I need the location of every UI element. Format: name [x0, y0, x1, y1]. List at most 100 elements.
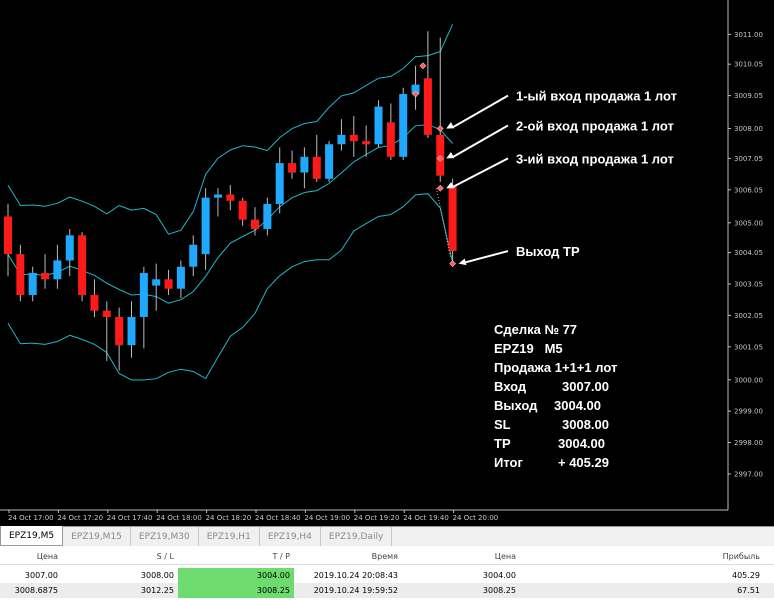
candle-body: [78, 235, 87, 295]
annotation-arrow: [464, 250, 509, 264]
deal-sl-row: SL 3008.00: [494, 415, 617, 434]
candle-body: [226, 194, 235, 201]
y-tick-label: 3004.05: [734, 249, 763, 257]
cell-time: 2019.10.24 19:59:52: [313, 586, 398, 595]
candle-body: [41, 273, 50, 280]
y-tick-label: 3010.05: [734, 61, 763, 69]
annotation-exit: Выход ТР: [516, 244, 580, 259]
annotation-arrowhead: [446, 122, 455, 129]
trade-marker: [449, 260, 457, 268]
cell-price: 3007.00: [24, 571, 58, 580]
middle-band-line: [7, 124, 453, 304]
annotation-entry2: 2-ой вход продажа 1 лот: [516, 118, 674, 133]
tab-epz19-h4[interactable]: EPZ19,H4: [260, 527, 321, 546]
candle-body: [300, 156, 309, 173]
deal-info-panel: Сделка № 77 EPZ19 M5 Продажа 1+1+1 лот В…: [494, 320, 617, 472]
price-chart[interactable]: 3012.553011.003010.053009.053008.003007.…: [0, 0, 774, 526]
y-tick-label: 3006.05: [734, 186, 763, 194]
candle-body: [16, 254, 25, 295]
annotation-arrowhead: [458, 258, 467, 266]
candle-body: [325, 144, 334, 179]
lower-band-line: [7, 193, 454, 381]
candle-body: [386, 122, 395, 157]
candle-body: [102, 310, 111, 317]
trade-marker: [436, 125, 444, 132]
candle-body: [189, 244, 198, 267]
y-tick-label: 3011.00: [734, 31, 763, 39]
table-row[interactable]: 3007.00 3008.00 3004.00 2019.10.24 20:08…: [0, 568, 774, 583]
deal-entry-row: Вход 3007.00: [494, 377, 617, 396]
cell-tp: 3008.25: [178, 583, 294, 598]
cell-price: 3008.6875: [14, 586, 58, 595]
exit-value: 3004.00: [554, 398, 601, 413]
y-tick-label: 3003.05: [734, 281, 763, 289]
x-tick-label: 24 Oct 19:20: [354, 514, 400, 522]
annotation-arrow: [451, 157, 509, 189]
col-price[interactable]: Цена: [0, 549, 62, 564]
candle-body: [176, 266, 185, 289]
x-tick-label: 24 Oct 18:20: [206, 514, 252, 522]
deal-exit-row: Выход 3004.00: [494, 396, 617, 415]
deal-direction: Продажа 1+1+1 лот: [494, 360, 618, 375]
candle-body: [349, 134, 358, 142]
x-tick-label: 24 Oct 18:00: [156, 514, 202, 522]
candle-body: [362, 141, 371, 145]
candle-body: [53, 260, 62, 280]
table-row[interactable]: 3008.6875 3012.25 3008.25 2019.10.24 19:…: [0, 583, 774, 598]
candle-body: [127, 316, 136, 346]
candle-body: [139, 273, 148, 317]
tab-epz19-m15[interactable]: EPZ19,M15: [63, 527, 131, 546]
tp-label: TP: [494, 436, 511, 451]
trade-history-table: Цена S / L T / P Время Цена Прибыль 3007…: [0, 546, 774, 600]
table-header: Цена S / L T / P Время Цена Прибыль: [0, 549, 774, 565]
x-tick-label: 24 Oct 17:40: [107, 514, 153, 522]
chart-canvas[interactable]: 3012.553011.003010.053009.053008.003007.…: [0, 0, 774, 526]
cell-tp: 3004.00: [178, 568, 294, 583]
candle-body: [90, 294, 99, 311]
x-tick-label: 24 Oct 18:40: [255, 514, 301, 522]
trade-marker: [419, 62, 427, 70]
tab-epz19-daily[interactable]: EPZ19,Daily: [321, 527, 393, 546]
y-tick-label: 3002.05: [734, 312, 763, 320]
col-profit[interactable]: Прибыль: [520, 549, 764, 564]
y-tick-label: 3008.00: [734, 125, 763, 133]
candle-body: [399, 94, 408, 157]
col-tp[interactable]: T / P: [178, 549, 294, 564]
result-value: + 405.29: [558, 455, 609, 470]
deal-tp-row: TP 3004.00: [494, 434, 617, 453]
result-label: Итог: [494, 455, 523, 470]
candle-body: [213, 194, 222, 198]
x-tick-label: 24 Oct 19:40: [403, 514, 449, 522]
cell-price2: 3008.25: [482, 586, 516, 595]
candle-body: [4, 216, 12, 255]
tab-epz19-m30[interactable]: EPZ19,M30: [131, 527, 199, 546]
col-price2[interactable]: Цена: [402, 549, 520, 564]
annotation-arrow: [451, 94, 509, 129]
candle-body: [448, 185, 457, 252]
tp-value: 3004.00: [558, 436, 605, 451]
cell-sl: 3008.00: [140, 571, 174, 580]
x-tick-label: 24 Oct 17:20: [57, 514, 103, 522]
deal-number: Сделка № 77: [494, 322, 578, 337]
deal-result-row: Итог + 405.29: [494, 453, 617, 472]
candle-body: [275, 163, 284, 204]
candle-body: [337, 134, 346, 145]
candle-body: [312, 156, 321, 179]
deal-symbol: EPZ19 M5: [494, 341, 563, 356]
tab-epz19-h1[interactable]: EPZ19,H1: [199, 527, 260, 546]
annotation-entry1: 1-ый вход продажа 1 лот: [516, 89, 677, 104]
tab-epz19-m5[interactable]: EPZ19,M5: [0, 526, 64, 546]
candle-body: [164, 279, 173, 289]
col-sl[interactable]: S / L: [62, 549, 178, 564]
cell-profit: 67.51: [737, 586, 760, 595]
y-tick-label: 3005.00: [734, 219, 763, 227]
y-tick-label: 3000.00: [734, 376, 763, 384]
col-time[interactable]: Время: [294, 549, 402, 564]
y-tick-label: 2999.00: [734, 408, 763, 416]
entry-label: Вход: [494, 379, 527, 394]
y-tick-label: 2997.00: [734, 470, 763, 478]
y-tick-label: 3007.05: [734, 155, 763, 163]
candle-body: [238, 200, 247, 220]
x-tick-label: 24 Oct 19:00: [304, 514, 350, 522]
candle-body: [115, 316, 124, 346]
